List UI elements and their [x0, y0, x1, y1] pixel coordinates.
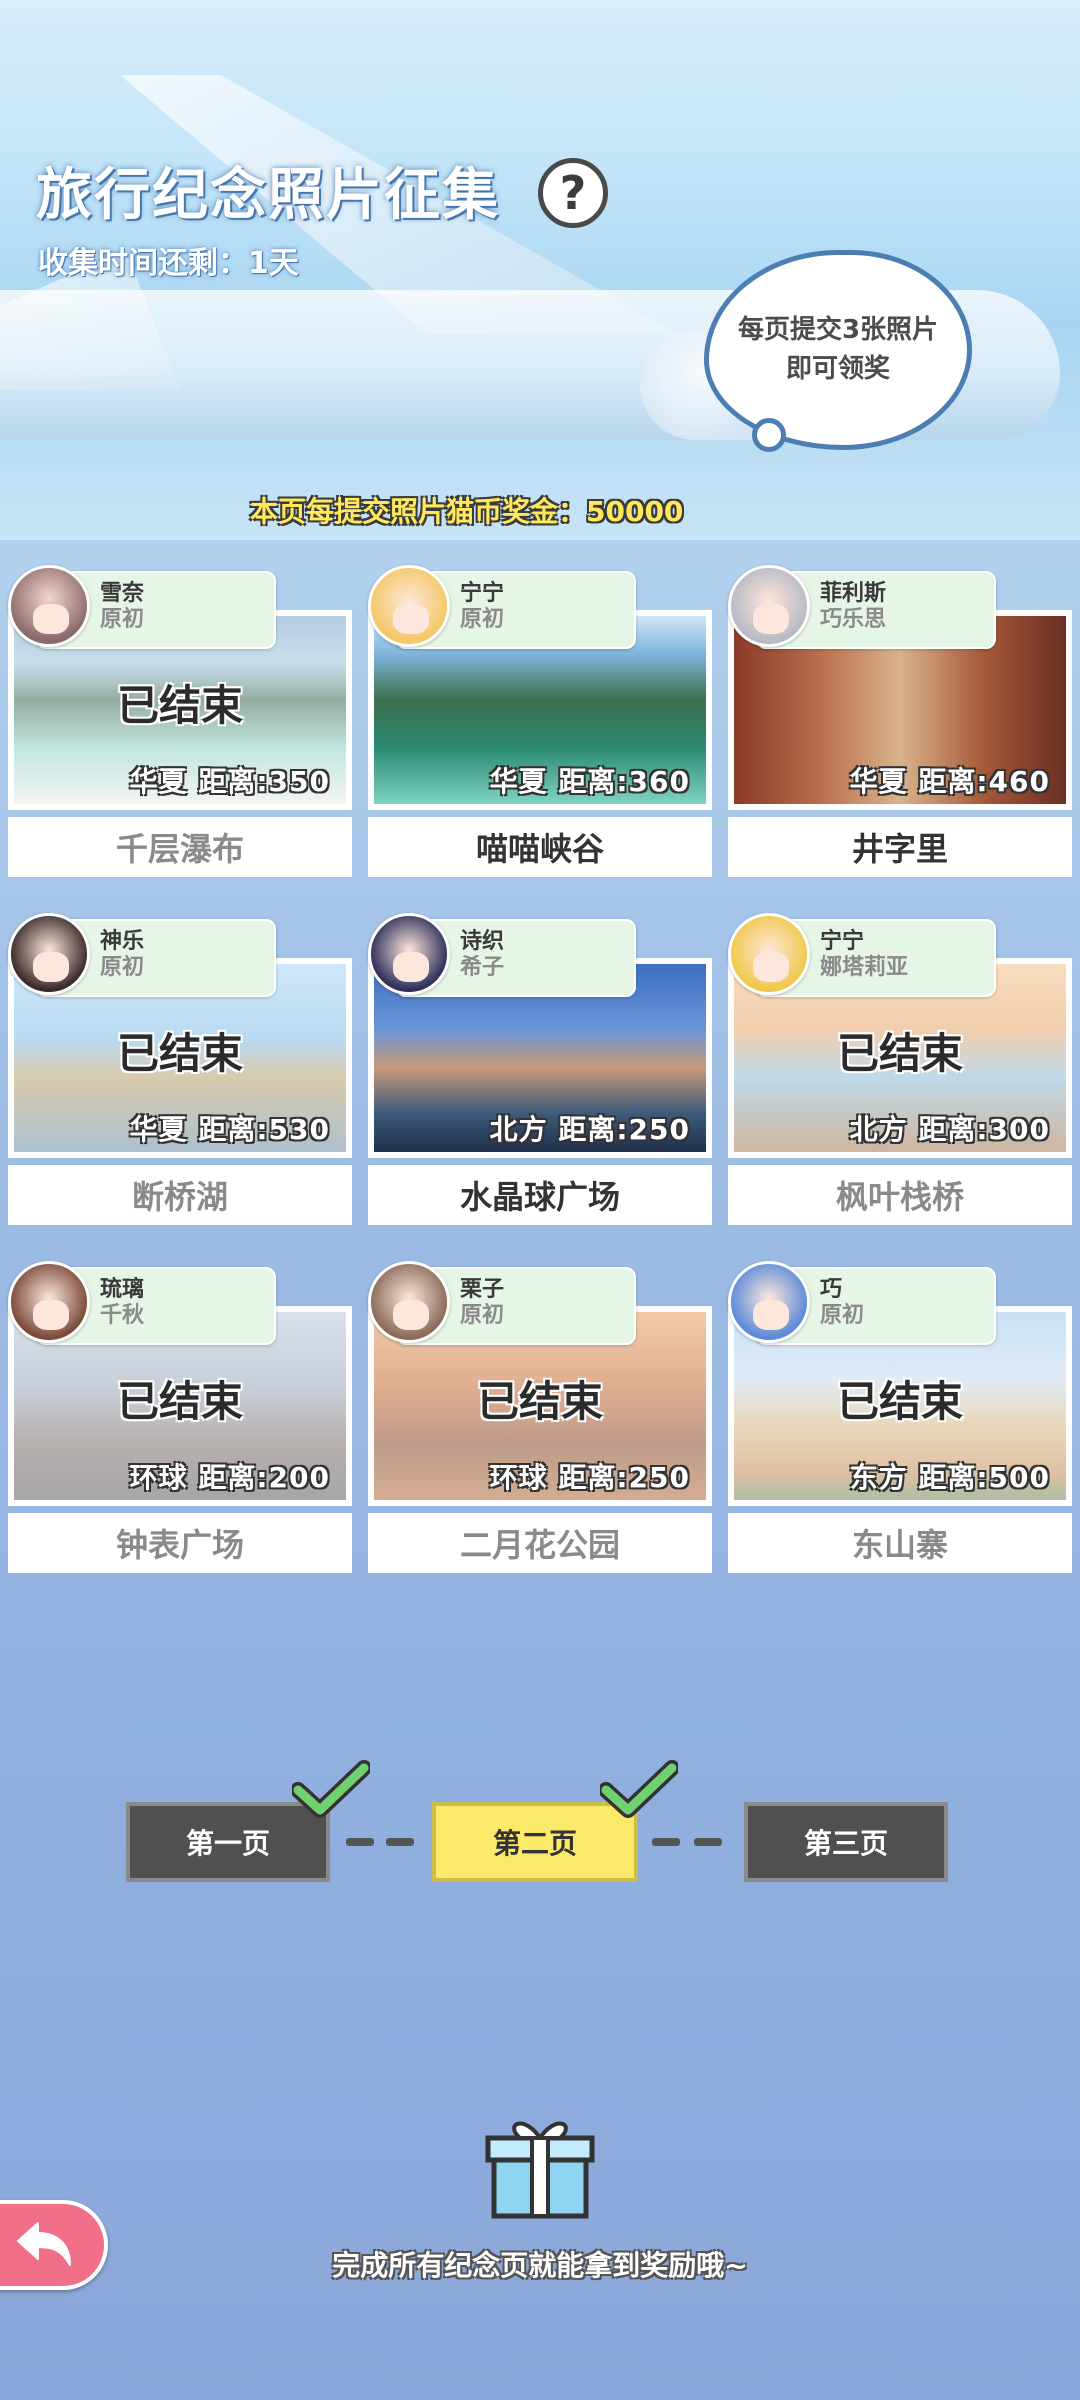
dash-divider — [386, 1838, 414, 1846]
page-title: 旅行纪念照片征集 — [36, 163, 500, 228]
ended-label: 已结束 — [836, 1377, 963, 1426]
character-name: 诗织 — [460, 929, 505, 954]
photo-card[interactable]: 已结束 华夏 距离:530 断桥湖 神乐 原初 — [8, 913, 352, 1226]
character-name: 雪奈 — [100, 581, 145, 606]
region-distance: 华夏 距离:530 — [129, 1113, 330, 1146]
region-distance: 环球 距离:250 — [489, 1461, 690, 1494]
dash-divider — [346, 1838, 374, 1846]
character-name: 宁宁 — [460, 581, 505, 606]
character-outfit: 千秋 — [100, 1303, 145, 1329]
photo-card[interactable]: 华夏 距离:360 喵喵峡谷 宁宁 原初 — [368, 565, 712, 878]
place-name: 枫叶栈桥 — [728, 1165, 1072, 1225]
page-3-button[interactable]: 第三页 — [744, 1802, 948, 1882]
region-distance: 北方 距离:250 — [489, 1113, 690, 1146]
character-name: 神乐 — [100, 929, 145, 954]
region-distance: 华夏 距离:360 — [489, 765, 690, 798]
place-name: 二月花公园 — [368, 1513, 712, 1573]
photo-card[interactable]: 已结束 华夏 距离:350 千层瀑布 雪奈 原初 — [8, 565, 352, 878]
character-name: 宁宁 — [820, 929, 865, 954]
photo-card[interactable]: 华夏 距离:460 井字里 菲利斯 巧乐思 — [728, 565, 1072, 878]
character-outfit: 原初 — [460, 607, 505, 633]
character-name: 琉璃 — [100, 1277, 145, 1302]
dash-divider — [652, 1838, 680, 1846]
header-scene: 旅行纪念照片征集 ? 收集时间还剩：1天 每页提交3张照片 即可领奖 本页每提交… — [0, 0, 1080, 540]
place-name: 千层瀑布 — [8, 817, 352, 877]
gift-icon[interactable] — [484, 2108, 596, 2220]
character-avatar — [728, 565, 810, 647]
hint-line-2: 即可领奖 — [785, 354, 890, 384]
page-bonus-text: 本页每提交照片猫币奖金：50000 — [250, 495, 684, 528]
character-outfit: 原初 — [460, 1303, 505, 1329]
character-avatar — [368, 1261, 450, 1343]
character-name: 菲利斯 — [820, 581, 887, 606]
countdown-text: 收集时间还剩：1天 — [38, 246, 299, 281]
character-outfit: 娜塔莉亚 — [820, 955, 909, 981]
ended-label: 已结束 — [116, 1377, 243, 1426]
photo-card[interactable]: 北方 距离:250 水晶球广场 诗织 希子 — [368, 913, 712, 1226]
character-avatar — [8, 565, 90, 647]
region-distance: 华夏 距离:350 — [129, 765, 330, 798]
character-avatar — [368, 913, 450, 995]
ended-label: 已结束 — [476, 1377, 603, 1426]
check-icon — [292, 1760, 370, 1818]
character-name: 栗子 — [460, 1277, 505, 1302]
character-outfit: 希子 — [460, 955, 505, 981]
help-icon[interactable]: ? — [538, 158, 608, 228]
character-outfit: 原初 — [100, 607, 145, 633]
region-distance: 东方 距离:500 — [849, 1461, 1050, 1494]
character-outfit: 原初 — [820, 1303, 865, 1329]
region-distance: 北方 距离:300 — [849, 1113, 1050, 1146]
character-outfit: 巧乐思 — [820, 607, 887, 633]
ended-label: 已结束 — [116, 681, 243, 730]
place-name: 钟表广场 — [8, 1513, 352, 1573]
character-avatar — [368, 565, 450, 647]
photo-card[interactable]: 已结束 环球 距离:200 钟表广场 琉璃 千秋 — [8, 1261, 352, 1574]
photo-card[interactable]: 已结束 北方 距离:300 枫叶栈桥 宁宁 娜塔莉亚 — [728, 913, 1072, 1226]
character-avatar — [728, 913, 810, 995]
check-icon — [600, 1760, 678, 1818]
photo-card[interactable]: 已结束 东方 距离:500 东山寨 巧 原初 — [728, 1261, 1072, 1574]
back-button[interactable] — [0, 2200, 108, 2290]
character-name: 巧 — [820, 1277, 843, 1302]
place-name: 东山寨 — [728, 1513, 1072, 1573]
character-avatar — [8, 1261, 90, 1343]
place-name: 喵喵峡谷 — [368, 817, 712, 877]
page-navigator: 第一页 第二页 第三页 — [0, 1760, 1080, 1890]
region-distance: 环球 距离:200 — [129, 1461, 330, 1494]
hint-bubble: 每页提交3张照片 即可领奖 — [704, 250, 972, 450]
back-arrow-icon — [17, 2222, 71, 2266]
place-name: 水晶球广场 — [368, 1165, 712, 1225]
hint-bubble-tail — [752, 418, 786, 452]
character-avatar — [8, 913, 90, 995]
region-distance: 华夏 距离:460 — [849, 765, 1050, 798]
character-avatar — [728, 1261, 810, 1343]
hint-line-1: 每页提交3张照片 — [737, 315, 939, 345]
reward-note: 完成所有纪念页就能拿到奖励哦~ — [332, 2249, 748, 2282]
place-name: 井字里 — [728, 817, 1072, 877]
photo-card[interactable]: 已结束 环球 距离:250 二月花公园 栗子 原初 — [368, 1261, 712, 1574]
ended-label: 已结束 — [116, 1029, 243, 1078]
place-name: 断桥湖 — [8, 1165, 352, 1225]
character-outfit: 原初 — [100, 955, 145, 981]
ended-label: 已结束 — [836, 1029, 963, 1078]
dash-divider — [694, 1838, 722, 1846]
